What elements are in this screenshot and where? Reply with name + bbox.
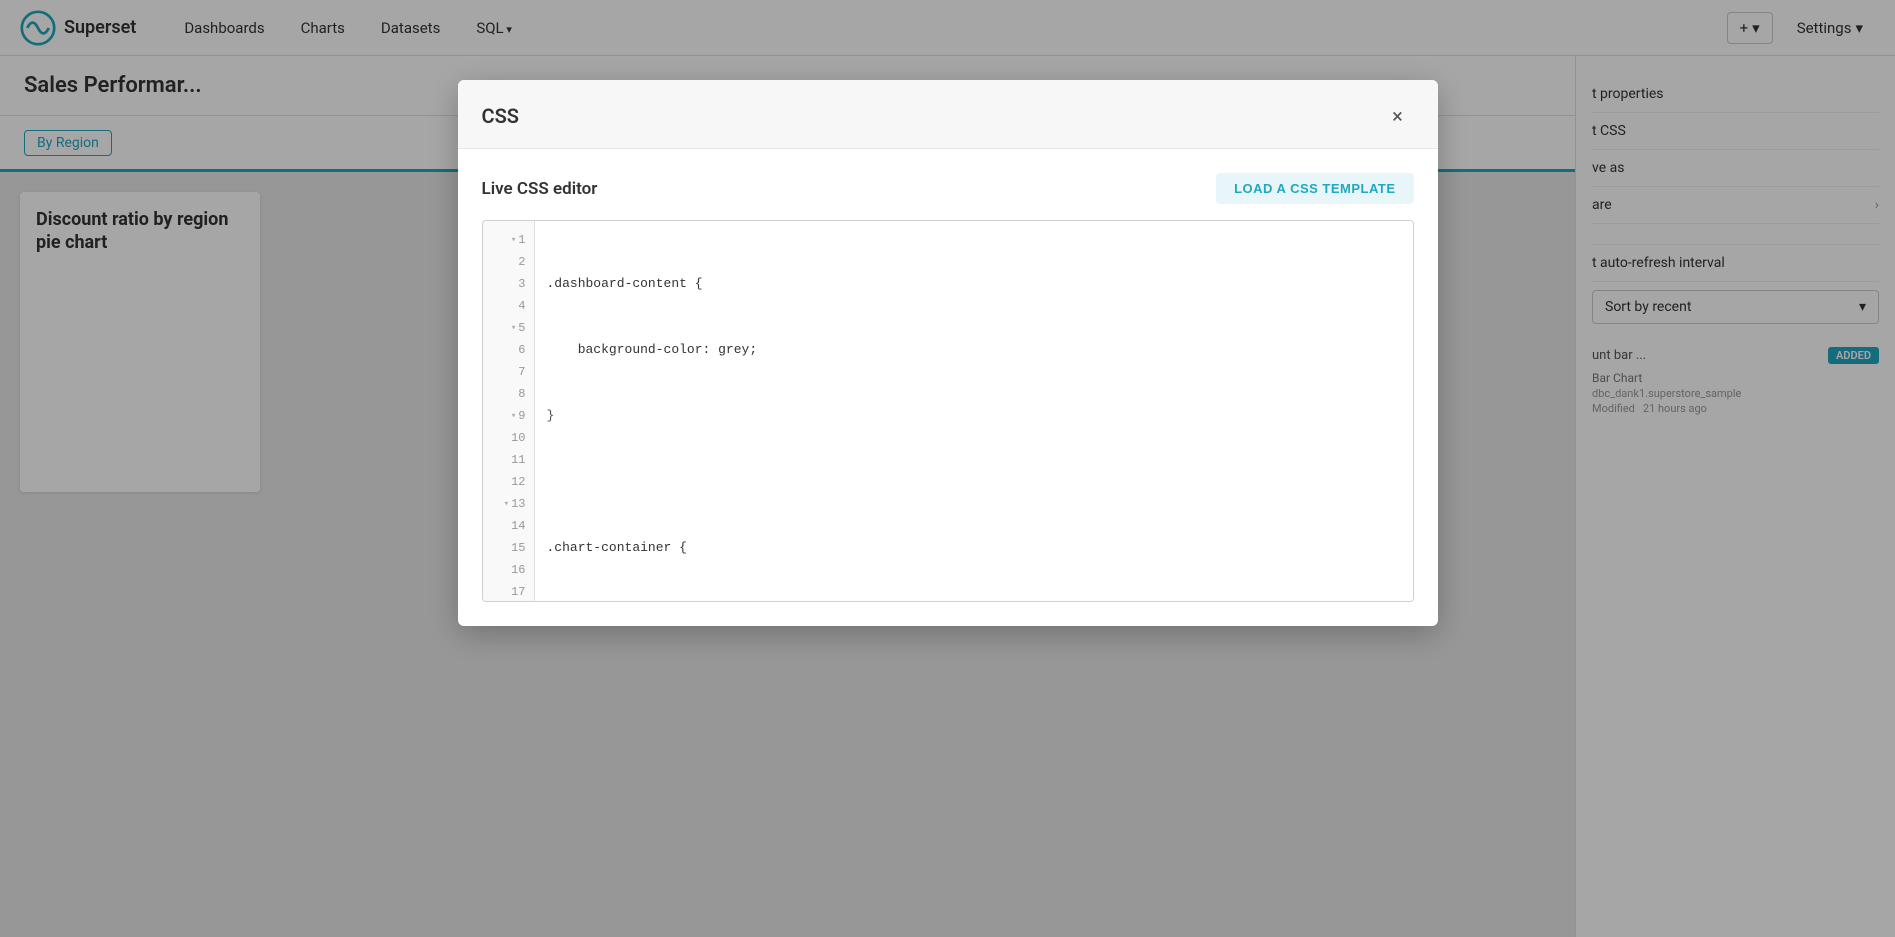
line-num-5: ▾5	[483, 317, 534, 339]
line-numbers: ▾1 2 3 4 ▾5 6 7 8 ▾9 10 11 12 ▾13 14	[483, 221, 535, 601]
line-num-9: ▾9	[483, 405, 534, 427]
line-num-6: 6	[483, 339, 534, 361]
code-line-4	[547, 471, 1401, 493]
line-num-14: 14	[483, 515, 534, 537]
line-num-15: 15	[483, 537, 534, 559]
live-css-label: Live CSS editor	[482, 179, 598, 199]
line-num-8: 8	[483, 383, 534, 405]
load-template-button[interactable]: LOAD A CSS TEMPLATE	[1216, 173, 1413, 204]
line-num-3: 3	[483, 273, 534, 295]
code-line-5: .chart-container {	[547, 537, 1401, 559]
modal-toolbar: Live CSS editor LOAD A CSS TEMPLATE	[482, 173, 1414, 204]
modal-title: CSS	[482, 104, 520, 128]
code-content[interactable]: .dashboard-content { background-color: g…	[535, 221, 1413, 601]
modal-header: CSS ×	[458, 80, 1438, 149]
line-num-17: 17	[483, 581, 534, 601]
line-num-12: 12	[483, 471, 534, 493]
code-line-3: }	[547, 405, 1401, 427]
line-num-16: 16	[483, 559, 534, 581]
line-num-11: 11	[483, 449, 534, 471]
line-num-2: 2	[483, 251, 534, 273]
code-lines: ▾1 2 3 4 ▾5 6 7 8 ▾9 10 11 12 ▾13 14	[483, 221, 1413, 601]
code-line-1: .dashboard-content {	[547, 273, 1401, 295]
code-line-2: background-color: grey;	[547, 339, 1401, 361]
css-modal: CSS × Live CSS editor LOAD A CSS TEMPLAT…	[458, 80, 1438, 626]
line-num-1: ▾1	[483, 229, 534, 251]
modal-backdrop: CSS × Live CSS editor LOAD A CSS TEMPLAT…	[0, 0, 1895, 937]
modal-body: Live CSS editor LOAD A CSS TEMPLATE ▾1 2…	[458, 149, 1438, 626]
css-code-editor[interactable]: ▾1 2 3 4 ▾5 6 7 8 ▾9 10 11 12 ▾13 14	[482, 220, 1414, 602]
line-num-13: ▾13	[483, 493, 534, 515]
line-num-7: 7	[483, 361, 534, 383]
modal-close-button[interactable]: ×	[1382, 100, 1414, 132]
line-num-10: 10	[483, 427, 534, 449]
line-num-4: 4	[483, 295, 534, 317]
